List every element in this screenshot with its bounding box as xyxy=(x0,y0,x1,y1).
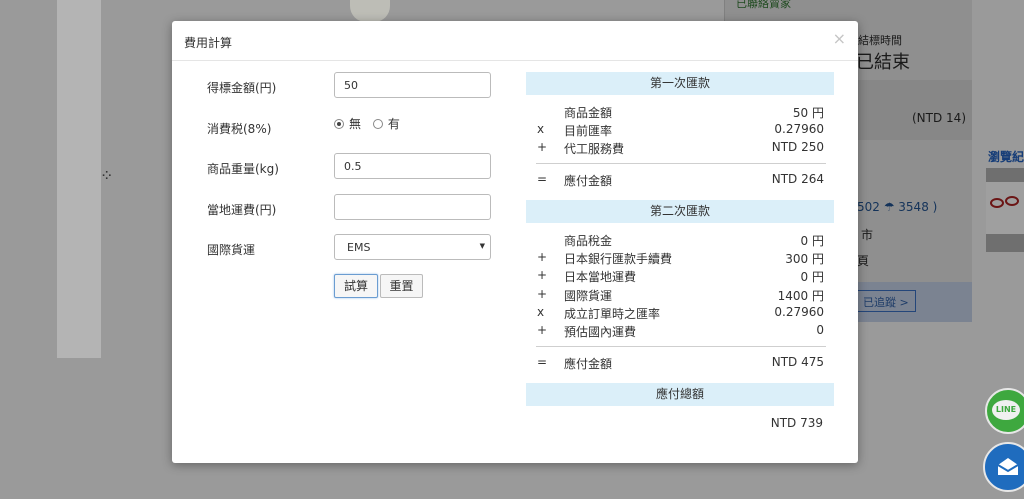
reset-button[interactable]: 重置 xyxy=(380,274,423,298)
background-ntd-price: (NTD 14) xyxy=(912,111,966,125)
row-label: 商品金額 xyxy=(564,106,613,120)
modal-header: 費用計算 × xyxy=(172,21,858,61)
row-operator: + xyxy=(537,268,548,282)
bid-amount-label: 得標金額(円) xyxy=(207,81,277,95)
row-value: 300 円 xyxy=(785,252,824,266)
fee-calculator-modal: 費用計算 × 得標金額(円) 消費税(8%) 無 有 商品重量(kg) 當地運費… xyxy=(172,21,858,463)
row-value: NTD 475 xyxy=(771,355,824,369)
line-icon: LINE xyxy=(992,400,1020,420)
tax-yes-radio[interactable] xyxy=(372,119,383,129)
international-shipping-select[interactable]: EMS ▼ xyxy=(334,234,491,260)
row-label: 代工服務費 xyxy=(564,142,625,156)
background-status: 已聯絡賣家 xyxy=(736,0,791,10)
row-value: 50 円 xyxy=(792,106,824,120)
row-value: NTD 264 xyxy=(771,172,824,186)
background-close-time-label: 結標時間 xyxy=(858,34,902,47)
background-seller-ratings: 502 ☂ 3548 ) xyxy=(857,200,938,214)
dropdown-arrow-icon: ▼ xyxy=(479,242,485,250)
first-payment-row: + 代工服務費 NTD 250 xyxy=(526,140,824,158)
row-value: 0 円 xyxy=(800,270,824,284)
row-value: 1400 円 xyxy=(777,289,824,303)
ring-image-icon xyxy=(1005,196,1019,206)
bid-amount-input[interactable] xyxy=(334,72,491,98)
background-seller-city: 市 xyxy=(861,228,874,242)
row-value: 0 円 xyxy=(800,234,824,248)
second-payment-row: x 成立訂單時之匯率 0.27960 xyxy=(526,305,824,323)
row-label: 成立訂單時之匯率 xyxy=(564,307,661,321)
second-payment-total-row: = 應付金額 NTD 475 xyxy=(526,355,824,373)
background-ended-label: 已結束 xyxy=(856,52,910,73)
close-icon[interactable]: × xyxy=(833,30,846,48)
consumption-tax-label: 消費税(8%) xyxy=(207,122,272,136)
row-operator: + xyxy=(537,287,548,301)
first-payment-row: x 目前匯率 0.27960 xyxy=(526,122,824,140)
row-label: 國際貨運 xyxy=(564,289,613,303)
second-payment-row: + 日本當地運費 0 円 xyxy=(526,268,824,286)
background-follow-button[interactable]: 已追蹤 > xyxy=(856,290,916,312)
international-shipping-value: EMS xyxy=(347,241,371,254)
consumption-tax-radio-group: 無 有 xyxy=(334,115,408,132)
row-operator: + xyxy=(537,323,548,337)
second-payment-header: 第二次匯款 xyxy=(526,200,834,223)
modal-title: 費用計算 xyxy=(184,36,233,50)
calculate-button[interactable]: 試算 xyxy=(334,274,378,298)
second-payment-row: 商品稅金 0 円 xyxy=(526,232,824,250)
row-operator: = xyxy=(537,172,548,186)
local-shipping-input[interactable] xyxy=(334,194,491,220)
second-payment-row: + 國際貨運 1400 円 xyxy=(526,287,824,305)
row-label: 預估國內運費 xyxy=(564,325,637,339)
row-value: 0.27960 xyxy=(774,122,824,136)
background-product-image xyxy=(350,0,390,22)
line-chat-button[interactable]: LINE xyxy=(985,388,1024,434)
row-label: 應付金額 xyxy=(564,174,613,188)
row-operator: + xyxy=(537,250,548,264)
background-page-text: 頁 xyxy=(857,254,870,268)
thumbnail-image xyxy=(986,182,1024,234)
row-label: 日本銀行匯款手續費 xyxy=(564,252,673,266)
row-operator: + xyxy=(537,140,548,154)
loading-spinner-icon: ⁘ xyxy=(100,166,114,185)
row-value: 0 xyxy=(816,323,824,337)
tax-none-label: 無 xyxy=(349,117,362,131)
row-label: 商品稅金 xyxy=(564,234,613,248)
row-operator: x xyxy=(537,122,545,136)
international-shipping-label: 國際貨運 xyxy=(207,243,256,257)
second-payment-row: + 日本銀行匯款手續費 300 円 xyxy=(526,250,824,268)
divider xyxy=(536,346,826,347)
row-value: NTD 250 xyxy=(771,140,824,154)
second-payment-row: + 預估國內運費 0 xyxy=(526,323,824,341)
tax-none-radio[interactable] xyxy=(334,119,344,129)
mail-contact-button[interactable] xyxy=(983,442,1024,492)
tax-yes-label: 有 xyxy=(387,117,400,131)
ring-image-icon xyxy=(990,198,1004,208)
first-payment-header: 第一次匯款 xyxy=(526,72,834,95)
browse-history-title: 瀏覽紀錄 xyxy=(988,150,1024,164)
row-value: 0.27960 xyxy=(774,305,824,319)
row-label: 日本當地運費 xyxy=(564,270,637,284)
row-operator: = xyxy=(537,355,548,369)
mail-icon xyxy=(997,458,1019,475)
row-label: 目前匯率 xyxy=(564,124,613,138)
first-payment-row: 商品金額 50 円 xyxy=(526,104,824,122)
product-weight-input[interactable] xyxy=(334,153,491,179)
row-operator: x xyxy=(537,305,545,319)
background-image-strip xyxy=(57,0,101,358)
grand-total-value: NTD 739 xyxy=(770,416,823,430)
row-label: 應付金額 xyxy=(564,357,613,371)
divider xyxy=(536,163,826,164)
first-payment-total-row: = 應付金額 NTD 264 xyxy=(526,172,824,190)
grand-total-header: 應付總額 xyxy=(526,383,834,406)
product-weight-label: 商品重量(kg) xyxy=(207,162,279,176)
local-shipping-label: 當地運費(円) xyxy=(207,203,277,217)
